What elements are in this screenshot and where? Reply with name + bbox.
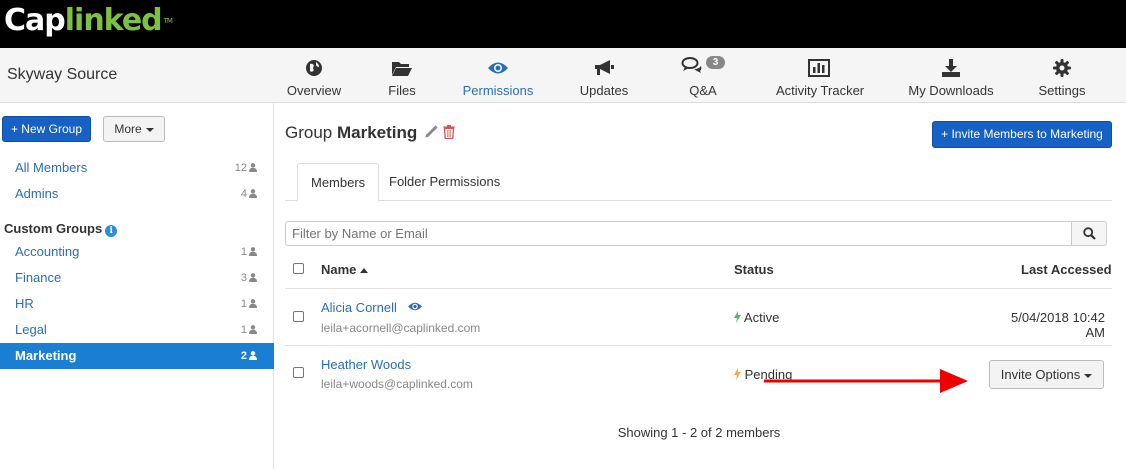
member-filter-input[interactable] <box>285 221 1072 246</box>
gear-icon <box>1053 59 1071 77</box>
sidebar-item-accounting[interactable]: Accounting 1 <box>0 239 274 265</box>
invite-members-button[interactable]: + Invite Members to Marketing <box>932 121 1112 148</box>
trash-delete-icon[interactable] <box>443 125 455 140</box>
user-icon <box>249 351 257 360</box>
comments-icon <box>681 57 702 73</box>
nav-settings[interactable]: Settings <box>1038 57 1086 99</box>
nav-activity-tracker[interactable]: Activity Tracker <box>776 57 864 99</box>
tab-members[interactable]: Members <box>297 163 380 202</box>
caret-down-icon <box>1084 373 1093 378</box>
megaphone-icon <box>595 60 614 75</box>
nav-overview[interactable]: Overview <box>285 57 343 99</box>
annotation-arrow <box>764 369 968 393</box>
nav-qa[interactable]: 3 Q&A <box>672 56 734 99</box>
status-badge: Active <box>734 310 779 325</box>
globe-icon <box>306 60 322 76</box>
bar-chart-icon <box>808 59 830 77</box>
user-icon <box>249 163 257 172</box>
bolt-icon <box>734 311 741 323</box>
sidebar-item-admins[interactable]: Admins 4 <box>0 181 274 207</box>
eye-icon <box>488 62 508 74</box>
bolt-icon <box>734 368 741 380</box>
download-icon <box>942 59 960 77</box>
nav-files[interactable]: Files <box>382 57 422 99</box>
last-accessed-value: 5/04/2018 10:42 AM <box>1011 310 1105 340</box>
pagination-summary: Showing 1 - 2 of 2 members <box>617 425 781 440</box>
user-icon <box>249 189 257 198</box>
caplinked-logo[interactable]: Caplinked TM <box>4 2 173 40</box>
member-email: leila+acornell@caplinked.com <box>321 321 481 335</box>
search-icon <box>1083 227 1096 240</box>
qa-count-badge: 3 <box>705 56 726 69</box>
user-icon <box>249 299 257 308</box>
sidebar-item-hr[interactable]: HR 1 <box>0 291 274 317</box>
member-name-link[interactable]: Heather Woods <box>321 357 411 372</box>
search-button[interactable] <box>1071 221 1107 246</box>
room-nav-bar: Skyway Source Overview Files Permissions… <box>0 48 1126 103</box>
member-checkbox[interactable] <box>293 367 304 378</box>
member-name-link[interactable]: Alicia Cornell <box>321 300 423 315</box>
company-name: Skyway Source <box>7 66 118 83</box>
nav-updates[interactable]: Updates <box>578 57 630 99</box>
member-email: leila+woods@caplinked.com <box>321 377 473 391</box>
row-divider <box>285 288 1112 289</box>
member-checkbox[interactable] <box>293 311 304 322</box>
group-tabs: Members Folder Permissions <box>285 163 1112 202</box>
folder-open-icon <box>392 62 412 76</box>
column-header-status: Status <box>734 262 774 277</box>
new-group-button[interactable]: + New Group <box>2 116 91 142</box>
eye-icon[interactable] <box>407 301 423 312</box>
sidebar-item-all-members[interactable]: All Members 12 <box>0 155 274 181</box>
sidebar-item-finance[interactable]: Finance 3 <box>0 265 274 291</box>
groups-sidebar: + New Group More All Members 12 Admins 4… <box>0 103 274 469</box>
column-header-last-accessed: Last Accessed <box>1021 262 1112 277</box>
top-bar: Caplinked TM <box>0 0 1126 48</box>
sidebar-item-legal[interactable]: Legal 1 <box>0 317 274 343</box>
row-divider <box>285 345 1112 346</box>
info-icon[interactable]: i <box>105 225 118 237</box>
nav-permissions[interactable]: Permissions <box>462 57 534 99</box>
user-icon <box>249 273 257 282</box>
more-dropdown-button[interactable]: More <box>103 116 165 142</box>
user-icon <box>249 325 257 334</box>
group-name: Marketing <box>336 123 418 142</box>
select-all-checkbox[interactable] <box>293 263 304 274</box>
invite-options-button[interactable]: Invite Options <box>989 360 1104 389</box>
tab-folder-permissions[interactable]: Folder Permissions <box>376 163 513 201</box>
group-main-panel: Group Marketing + Invite Members to Mark… <box>275 103 1126 469</box>
column-header-name[interactable]: Name <box>321 262 369 277</box>
group-title: Group Marketing <box>285 123 455 143</box>
nav-my-downloads[interactable]: My Downloads <box>908 57 994 99</box>
caret-down-icon <box>145 127 154 132</box>
custom-groups-heading: Custom Groups i <box>4 221 118 237</box>
pencil-edit-icon[interactable] <box>424 125 438 139</box>
sort-up-icon <box>360 268 369 273</box>
sidebar-item-marketing[interactable]: Marketing 2 <box>0 343 274 369</box>
user-icon <box>249 247 257 256</box>
